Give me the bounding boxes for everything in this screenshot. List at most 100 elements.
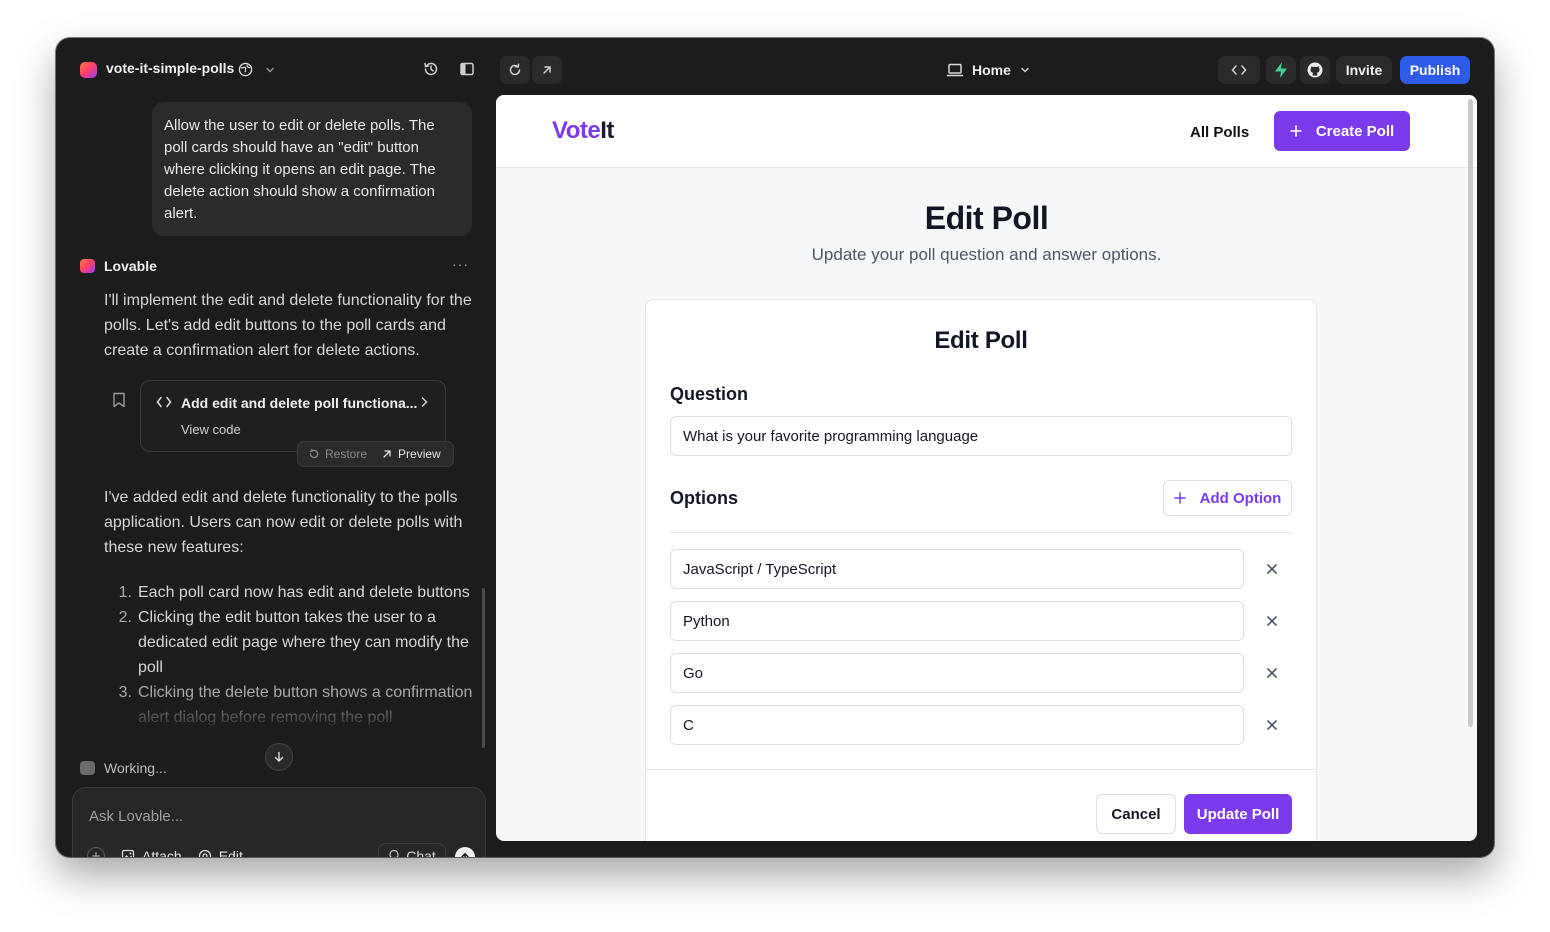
lightbulb-icon	[389, 849, 399, 857]
invite-button[interactable]: Invite	[1336, 56, 1392, 84]
options-divider	[670, 532, 1292, 533]
list-text: Each poll card now has edit and delete b…	[138, 584, 470, 601]
user-message: Allow the user to edit or delete polls. …	[152, 102, 472, 236]
page-title: Edit Poll	[924, 200, 1049, 236]
restore-icon	[309, 448, 319, 459]
restore-button[interactable]: Restore	[308, 447, 367, 461]
top-bar: vote-it-simple-polls Home Invite Publish	[56, 38, 1494, 96]
page-subtitle: Update your poll question and answer opt…	[811, 245, 1162, 264]
arrow-down-icon	[274, 751, 284, 762]
globe-icon[interactable]	[238, 62, 253, 77]
publish-button[interactable]: Publish	[1400, 56, 1470, 84]
brand-it: It	[600, 117, 614, 144]
remove-option-button[interactable]	[1260, 713, 1284, 737]
code-icon	[1231, 65, 1247, 75]
scroll-fade	[96, 696, 496, 746]
chevron-right-icon	[421, 397, 428, 407]
chat-scrollbar[interactable]	[482, 588, 485, 748]
assistant-name: Lovable	[104, 258, 157, 274]
route-selector[interactable]: Home	[946, 60, 1031, 80]
arrow-up-right-icon	[543, 66, 551, 74]
send-button[interactable]	[455, 847, 475, 857]
supabase-button[interactable]	[1266, 56, 1296, 84]
assistant-header: Lovable	[80, 258, 157, 274]
chat-tools: Attach Edit	[87, 847, 243, 857]
add-option-label: Add Option	[1199, 489, 1282, 507]
restore-preview-toolbar: Restore Preview	[297, 441, 454, 467]
chat-input[interactable]	[89, 804, 469, 828]
close-icon	[1267, 616, 1277, 626]
option-input[interactable]: Go	[670, 653, 1244, 693]
create-poll-button[interactable]: Create Poll	[1274, 111, 1410, 151]
supabase-icon	[1275, 62, 1287, 78]
arrow-up-right-icon	[383, 450, 391, 458]
plus-icon	[1173, 492, 1186, 504]
restore-label: Restore	[325, 447, 368, 461]
chat-mode-label: Chat	[406, 848, 436, 857]
attach-label: Attach	[142, 848, 182, 857]
code-icon	[156, 396, 172, 408]
question-input[interactable]: What is your favorite programming langua…	[670, 416, 1292, 456]
scroll-to-bottom-button[interactable]	[265, 743, 293, 771]
close-icon	[1267, 720, 1277, 730]
cancel-button[interactable]: Cancel	[1096, 794, 1176, 834]
option-input[interactable]: JavaScript / TypeScript	[670, 549, 1244, 589]
list-number: 1.	[118, 584, 132, 601]
brand-vote: Vote	[552, 117, 601, 144]
close-icon	[1267, 564, 1277, 574]
option-input[interactable]: C	[670, 705, 1244, 745]
chat-mode-toggle[interactable]: Chat	[378, 843, 446, 857]
plus-icon	[91, 851, 101, 857]
attach-button[interactable]: Attach	[121, 848, 182, 857]
update-poll-button[interactable]: Update Poll	[1184, 794, 1292, 834]
bookmark-icon[interactable]	[112, 392, 126, 408]
preview-scrollbar[interactable]	[1468, 99, 1473, 727]
lovable-logo-icon[interactable]	[80, 62, 97, 78]
list-text: Clicking the edit button takes the user …	[138, 609, 469, 676]
target-icon	[198, 849, 211, 857]
add-button[interactable]	[87, 847, 105, 857]
preview-button[interactable]: Preview	[381, 447, 441, 461]
assistant-intro: I'll implement the edit and delete funct…	[104, 292, 472, 359]
github-icon	[1307, 62, 1323, 78]
options-label: Options	[670, 488, 738, 508]
chat-input-box: Attach Edit Chat	[72, 787, 486, 857]
open-external-button[interactable]	[532, 56, 562, 84]
history-icon[interactable]	[422, 60, 440, 78]
sidebar-toggle-icon[interactable]	[458, 60, 476, 78]
project-chevron-down-icon[interactable]	[264, 64, 276, 76]
question-label: Question	[670, 384, 749, 404]
laptop-icon	[946, 63, 964, 77]
app-logo[interactable]: VoteIt	[552, 117, 614, 145]
view-code-link[interactable]: View code	[181, 422, 241, 437]
more-options-icon[interactable]: ···	[452, 256, 469, 272]
app-window: vote-it-simple-polls Home Invite Publish…	[56, 38, 1494, 857]
remove-option-button[interactable]	[1260, 609, 1284, 633]
card-title: Edit Poll	[934, 327, 1028, 354]
list-item: 1. Each poll card now has edit and delet…	[112, 580, 484, 605]
project-name[interactable]: vote-it-simple-polls	[106, 60, 234, 76]
plus-icon	[1290, 125, 1302, 137]
route-label: Home	[972, 62, 1011, 78]
app-header: VoteIt All Polls Create Poll	[496, 95, 1477, 168]
edit-poll-card: Edit Poll Question What is your favorite…	[645, 299, 1317, 841]
app-preview: VoteIt All Polls Create Poll Edit Poll U…	[496, 95, 1477, 841]
nav-all-polls[interactable]: All Polls	[1190, 124, 1249, 141]
refresh-button[interactable]	[500, 56, 530, 84]
remove-option-button[interactable]	[1260, 661, 1284, 685]
edit-mode-button[interactable]: Edit	[198, 848, 243, 857]
assistant-summary: I've added edit and delete functionality…	[104, 489, 463, 556]
working-label: Working...	[104, 760, 167, 776]
close-icon	[1267, 668, 1277, 678]
option-input[interactable]: Python	[670, 601, 1244, 641]
remove-option-button[interactable]	[1260, 557, 1284, 581]
chevron-down-icon	[1021, 67, 1029, 73]
github-button[interactable]	[1300, 56, 1330, 84]
add-option-button[interactable]: Add Option	[1163, 480, 1292, 516]
preview-label: Preview	[398, 447, 441, 461]
list-item: 2. Clicking the edit button takes the us…	[112, 605, 484, 680]
working-status: Working...	[80, 760, 167, 776]
list-number: 2.	[118, 609, 132, 626]
code-view-button[interactable]	[1218, 56, 1260, 84]
image-icon	[121, 849, 135, 857]
